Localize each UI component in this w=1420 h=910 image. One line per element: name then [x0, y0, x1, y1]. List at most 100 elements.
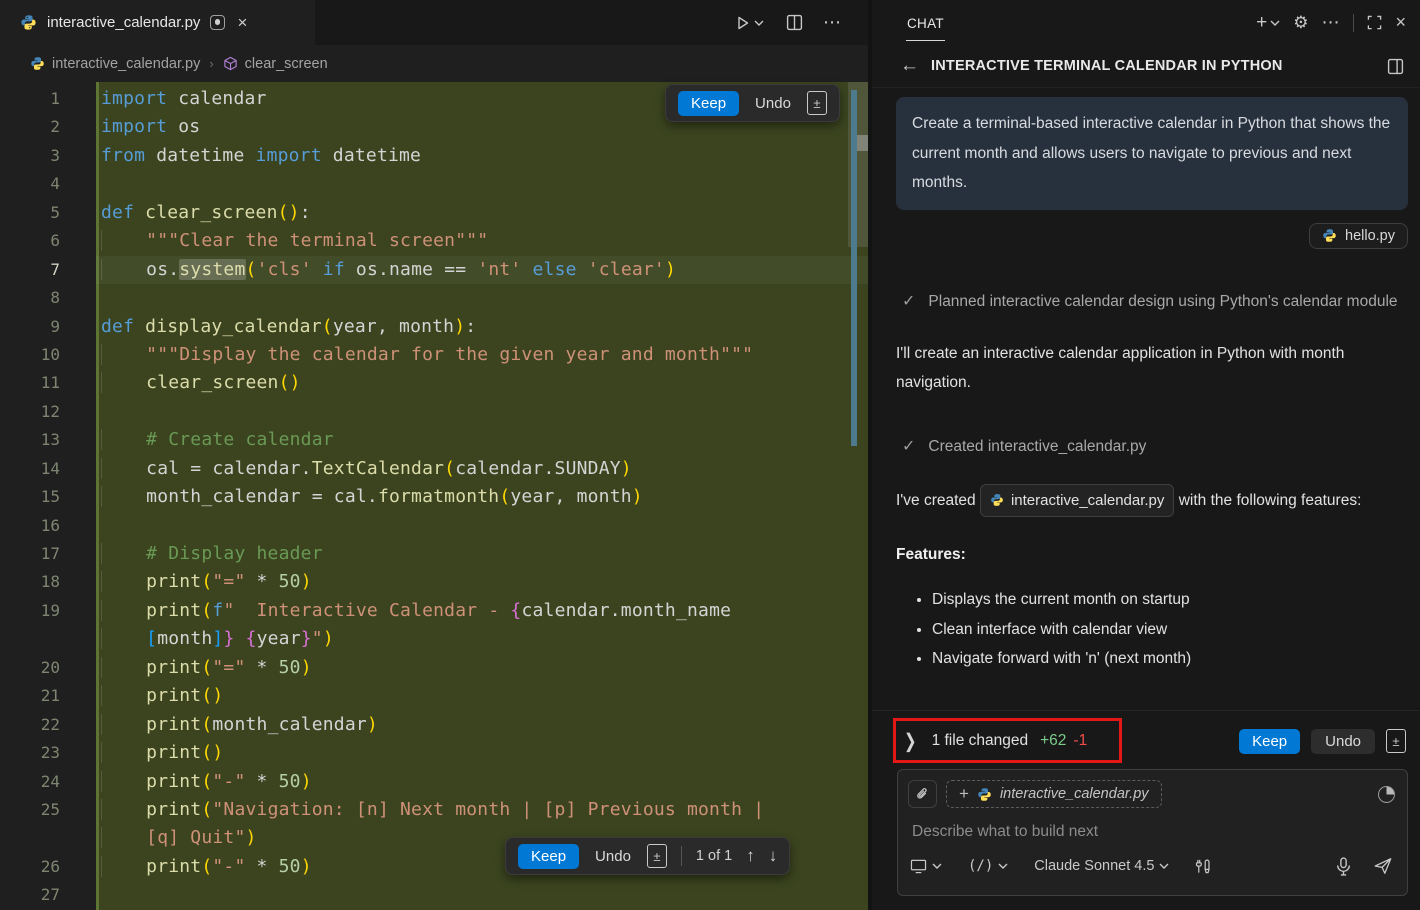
python-icon — [977, 787, 992, 802]
tab-interactive-calendar[interactable]: interactive_calendar.py × — [0, 0, 315, 45]
undo-button[interactable]: Undo — [593, 844, 633, 869]
code-line[interactable]: print("=" * 50) — [96, 568, 868, 596]
code-line[interactable] — [96, 881, 868, 909]
new-chat-button[interactable]: + — [1256, 12, 1280, 34]
attachment-label: hello.py — [1345, 228, 1395, 244]
keep-all-button[interactable]: Keep — [1239, 729, 1300, 754]
chevron-down-icon — [754, 20, 764, 26]
assistant-message: I've created interactive_calendar.py wit… — [896, 484, 1408, 518]
message-text: with the following features: — [1179, 491, 1362, 508]
code-line[interactable]: def display_calendar(year, month): — [96, 313, 868, 341]
context-mode-selector[interactable]: (/) — [968, 858, 1008, 874]
settings-gear-icon[interactable]: ⚙ — [1293, 13, 1308, 33]
close-panel-icon[interactable]: × — [1395, 12, 1406, 33]
code-editor[interactable]: 1234567891011121314151617181920212223242… — [0, 82, 868, 910]
lines-removed-count: -1 — [1073, 732, 1087, 750]
keep-button[interactable]: Keep — [678, 91, 739, 116]
editor-scrollbar[interactable] — [848, 82, 868, 910]
chat-title-row: ← INTERACTIVE TERMINAL CALENDAR IN PYTHO… — [872, 45, 1420, 88]
user-message: Create a terminal-based interactive cale… — [896, 97, 1408, 210]
code-line[interactable]: """Display the calendar for the given ye… — [96, 341, 868, 369]
file-reference-label: interactive_calendar.py — [1011, 486, 1164, 516]
view-changes-icon[interactable]: ± — [647, 844, 667, 868]
chevron-down-icon — [1270, 20, 1280, 26]
code-line[interactable]: from datetime import datetime — [96, 142, 868, 170]
code-line[interactable]: print("-" * 50) — [96, 768, 868, 796]
chat-tab[interactable]: CHAT — [906, 4, 945, 41]
quota-progress-icon — [1378, 786, 1395, 803]
run-button[interactable] — [735, 15, 764, 31]
code-line[interactable]: print(month_calendar) — [96, 711, 868, 739]
check-icon: ✓ — [902, 432, 915, 461]
code-line[interactable]: [month]} {year}") — [96, 625, 868, 653]
code-line[interactable]: clear_screen() — [96, 369, 868, 397]
open-chat-in-editor-icon[interactable] — [1387, 58, 1404, 75]
monitor-icon — [910, 859, 927, 874]
python-icon — [990, 493, 1004, 507]
keep-button[interactable]: Keep — [518, 844, 579, 869]
code-line[interactable]: """Clear the terminal screen""" — [96, 227, 868, 255]
chevron-right-icon[interactable]: ❯ — [904, 729, 917, 752]
editor-actions: ⋯ — [735, 0, 868, 45]
code-line[interactable]: print() — [96, 682, 868, 710]
code-line[interactable]: # Display header — [96, 540, 868, 568]
code-line[interactable] — [96, 170, 868, 198]
next-change-arrow-icon[interactable]: ↓ — [769, 846, 778, 866]
symbol-method-icon — [223, 56, 238, 71]
split-editor-button[interactable] — [786, 14, 803, 31]
context-file-pill[interactable]: + interactive_calendar.py — [946, 780, 1162, 808]
code-line[interactable]: print("Navigation: [n] Next month | [p] … — [96, 796, 868, 824]
editor-more-actions-button[interactable]: ⋯ — [823, 12, 842, 33]
code-line[interactable] — [96, 284, 868, 312]
breadcrumb[interactable]: interactive_calendar.py › clear_screen — [0, 45, 868, 82]
tools-button[interactable] — [1195, 858, 1212, 875]
code-line[interactable] — [96, 512, 868, 540]
file-reference-pill[interactable]: interactive_calendar.py — [980, 484, 1174, 518]
back-arrow-icon[interactable]: ← — [900, 55, 919, 77]
paperclip-icon — [915, 787, 930, 802]
divider — [681, 846, 682, 866]
maximize-panel-button[interactable] — [1367, 15, 1382, 30]
attach-context-button[interactable] — [908, 780, 937, 808]
check-icon: ✓ — [902, 287, 915, 316]
code-line[interactable]: print("=" * 50) — [96, 654, 868, 682]
mic-button[interactable] — [1336, 857, 1351, 876]
model-picker[interactable]: Claude Sonnet 4.5 — [1034, 858, 1169, 874]
code-line[interactable]: # Create calendar — [96, 426, 868, 454]
breadcrumb-symbol[interactable]: clear_screen — [245, 56, 328, 72]
code-line[interactable]: print() — [96, 739, 868, 767]
code-line[interactable] — [96, 398, 868, 426]
lines-added-count: +62 — [1040, 732, 1066, 750]
chat-more-actions-button[interactable]: ⋯ — [1321, 12, 1340, 33]
send-icon — [1373, 856, 1393, 876]
list-item: Clean interface with calendar view — [932, 615, 1408, 645]
change-counter: 1 of 1 — [696, 848, 732, 864]
breadcrumb-file[interactable]: interactive_calendar.py — [52, 56, 200, 72]
code-line[interactable]: month_calendar = cal.formatmonth(year, m… — [96, 483, 868, 511]
editor-tab-bar: interactive_calendar.py × ⋯ — [0, 0, 868, 45]
view-changes-icon[interactable]: ± — [807, 91, 827, 115]
run-icon — [735, 15, 751, 31]
step-label: Created interactive_calendar.py — [928, 432, 1146, 461]
modified-indicator-icon[interactable] — [210, 15, 225, 30]
chat-input-box[interactable]: + interactive_calendar.py Describe what … — [897, 769, 1408, 896]
mode-selector[interactable] — [910, 859, 942, 874]
chat-footer: ❯ 1 file changed +62 -1 Keep Undo ± + — [872, 710, 1420, 910]
code-line[interactable]: def clear_screen(): — [96, 199, 868, 227]
attachment-pill-hello-py[interactable]: hello.py — [1309, 223, 1408, 249]
message-text: I've created — [896, 491, 976, 508]
tab-close-icon[interactable]: × — [237, 13, 247, 33]
code-line[interactable]: print(f" Interactive Calendar - {calenda… — [96, 597, 868, 625]
undo-all-button[interactable]: Undo — [1311, 729, 1375, 754]
code-line[interactable]: os.system('cls' if os.name == 'nt' else … — [96, 256, 868, 284]
undo-button[interactable]: Undo — [753, 91, 793, 116]
code-line[interactable]: cal = calendar.TextCalendar(calendar.SUN… — [96, 455, 868, 483]
model-name: Claude Sonnet 4.5 — [1034, 858, 1154, 874]
chat-input-placeholder[interactable]: Describe what to build next — [912, 823, 1407, 841]
changed-files-bar: ❯ 1 file changed +62 -1 Keep Undo ± — [872, 719, 1420, 763]
view-all-changes-icon[interactable]: ± — [1386, 729, 1406, 753]
previous-change-arrow-icon[interactable]: ↑ — [746, 846, 755, 866]
files-changed-label[interactable]: 1 file changed — [932, 732, 1029, 750]
code-lines[interactable]: import calendarimport osfrom datetime im… — [96, 85, 868, 910]
send-button[interactable] — [1373, 856, 1393, 876]
